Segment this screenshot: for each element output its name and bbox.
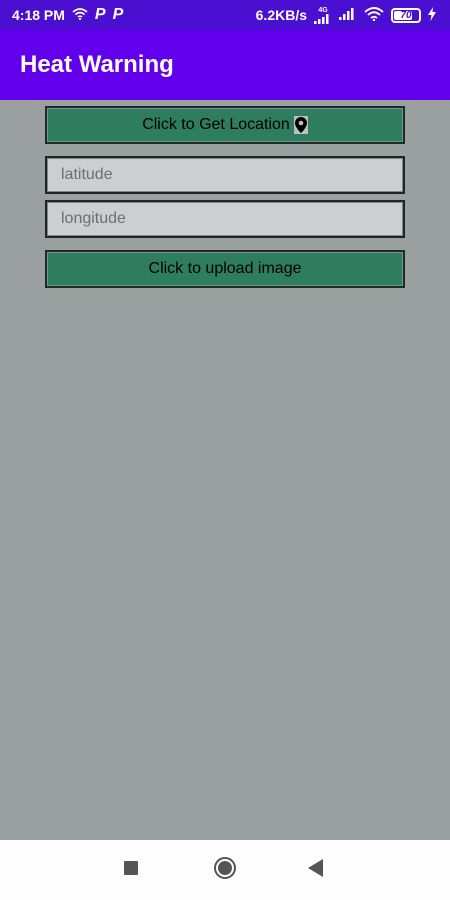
- latitude-placeholder: latitude: [61, 166, 113, 183]
- signal-4g-icon: 4G: [314, 7, 332, 24]
- triangle-back-icon: [308, 858, 324, 882]
- home-button[interactable]: [205, 850, 245, 890]
- signal-icon: [339, 7, 357, 23]
- circle-icon: [213, 856, 237, 885]
- upload-image-label: Click to upload image: [148, 260, 302, 277]
- charging-icon: [428, 6, 436, 24]
- signal-label: 4G: [318, 6, 328, 14]
- battery-icon: 70: [391, 7, 421, 23]
- p-app-icon-2: P: [112, 6, 124, 23]
- square-icon: [124, 860, 138, 880]
- longitude-field[interactable]: longitude: [45, 200, 405, 238]
- get-location-button[interactable]: Click to Get Location: [45, 106, 405, 144]
- status-bar-left: 4:18 PM P P: [12, 6, 123, 24]
- status-time: 4:18 PM: [12, 7, 65, 23]
- status-bar-right: 6.2KB/s 4G 70: [255, 6, 436, 24]
- wifi-icon-right: [364, 6, 384, 24]
- status-bar: 4:18 PM P P 6.2KB/s 4G 70: [0, 0, 450, 30]
- location-pin-icon: [293, 116, 308, 134]
- get-location-label: Click to Get Location: [142, 116, 290, 133]
- recent-apps-button[interactable]: [111, 850, 151, 890]
- wifi-icon: [72, 7, 88, 23]
- longitude-placeholder: longitude: [61, 210, 126, 227]
- p-app-icon: P: [94, 6, 106, 23]
- latitude-field[interactable]: latitude: [45, 156, 405, 194]
- navigation-bar: [0, 840, 450, 900]
- battery-level: 70: [400, 9, 412, 21]
- main-content: Click to Get Location latitude longitude…: [0, 100, 450, 840]
- network-speed: 6.2KB/s: [255, 7, 307, 23]
- upload-image-button[interactable]: Click to upload image: [45, 250, 405, 288]
- app-title: Heat Warning: [20, 51, 174, 78]
- app-bar: Heat Warning: [0, 30, 450, 100]
- back-button[interactable]: [296, 850, 336, 890]
